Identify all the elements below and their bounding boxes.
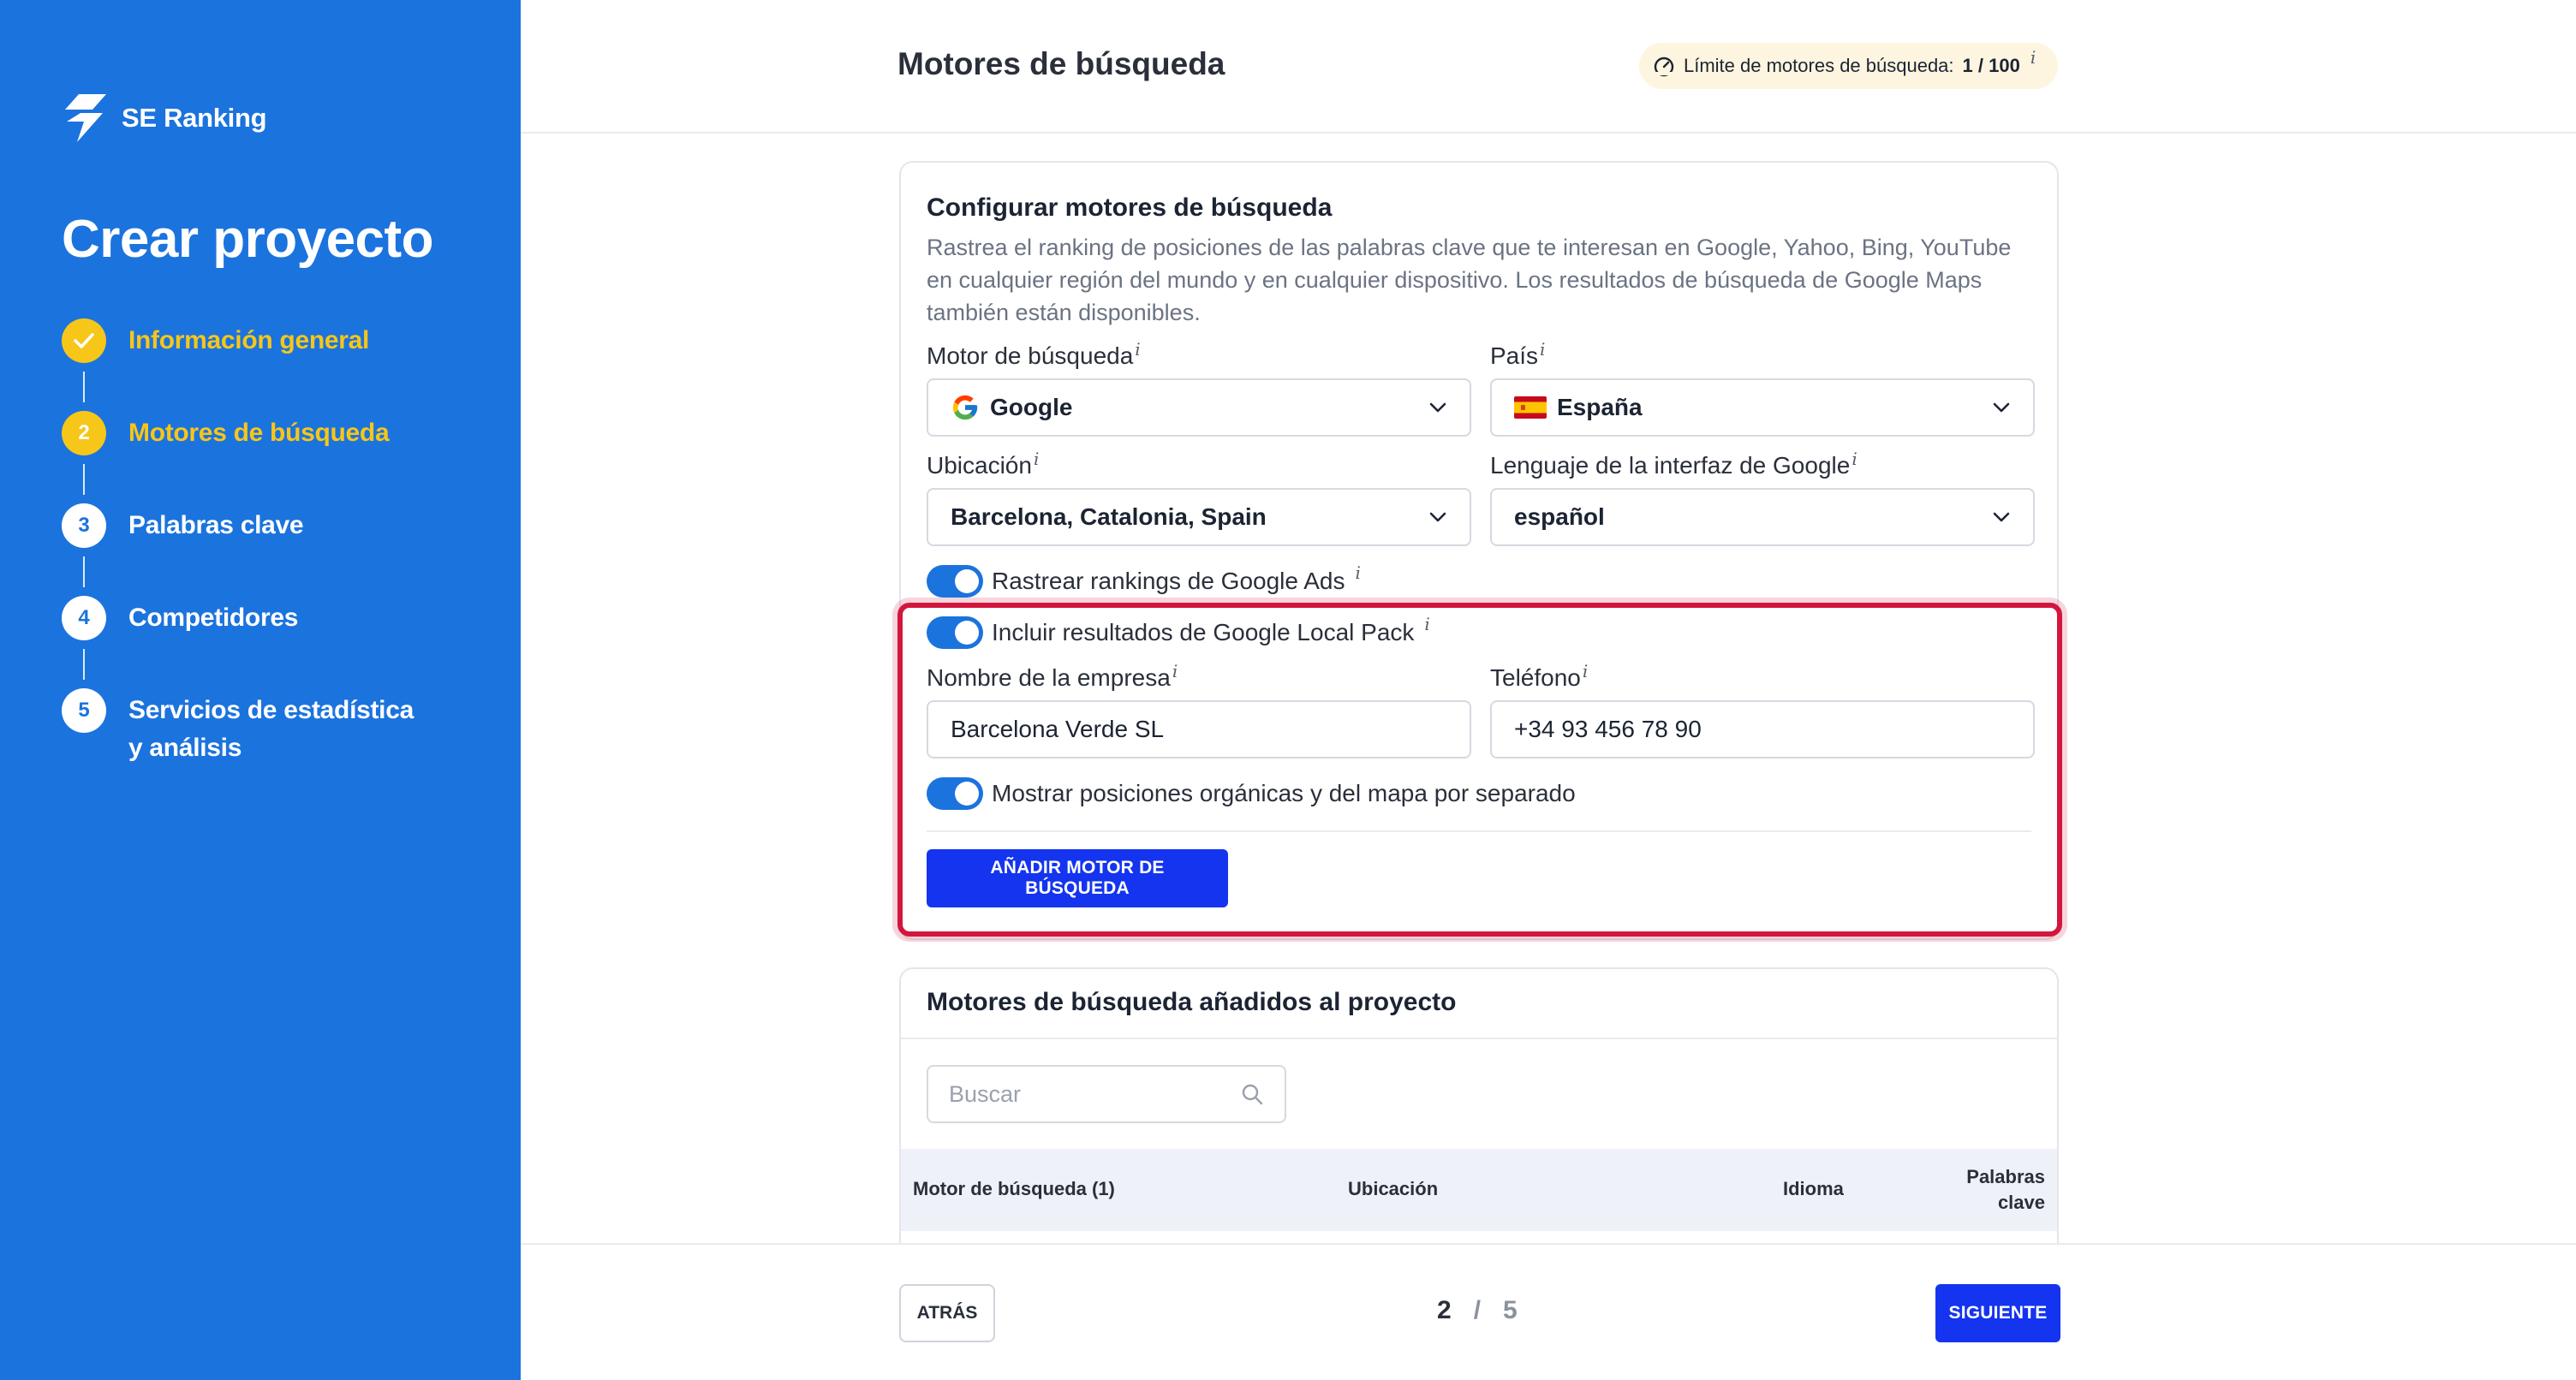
- country-label: País i: [1490, 339, 1546, 369]
- info-icon[interactable]: i: [1172, 661, 1178, 681]
- toggle-separate-positions[interactable]: [927, 777, 983, 810]
- step-number: 2: [62, 411, 106, 455]
- footer: ATRÁS 2 / 5 SIGUIENTE: [521, 1243, 2576, 1380]
- engine-limit-badge: Límite de motores de búsqueda: 1 / 100 i: [1639, 43, 2059, 89]
- engine-label: Motor de búsqueda i: [927, 339, 1141, 369]
- column-location[interactable]: Ubicación: [1348, 1178, 1438, 1200]
- toggle-local-pack-label: Incluir resultados de Google Local Pack: [992, 619, 1415, 645]
- info-icon[interactable]: i: [1540, 339, 1545, 360]
- chevron-down-icon: [1993, 402, 2010, 413]
- location-value: Barcelona, Catalonia, Spain: [951, 503, 1267, 530]
- step-label: Motores de búsqueda: [128, 419, 390, 447]
- search-icon: [1242, 1084, 1263, 1105]
- language-value: español: [1514, 503, 1605, 530]
- brand-name: SE Ranking: [122, 103, 267, 133]
- add-engine-button[interactable]: AÑADIR MOTOR DE BÚSQUEDA: [927, 849, 1228, 907]
- step-connector: [83, 372, 85, 402]
- info-icon[interactable]: i: [1424, 614, 1429, 634]
- limit-label: Límite de motores de búsqueda:: [1684, 55, 1954, 76]
- step-search-engines[interactable]: 2 Motores de búsqueda: [62, 411, 473, 455]
- toggle-separate-label: Mostrar posiciones orgánicas y del mapa …: [992, 780, 1576, 806]
- engine-select[interactable]: Google: [927, 378, 1471, 437]
- current-step: 2: [1437, 1296, 1452, 1324]
- gauge-icon: [1654, 57, 1674, 77]
- phone-input[interactable]: +34 93 456 78 90: [1490, 700, 2035, 758]
- sidebar-title: Crear proyecto: [62, 210, 434, 269]
- next-button[interactable]: SIGUIENTE: [1935, 1284, 2060, 1342]
- toggle-google-ads[interactable]: [927, 565, 983, 598]
- location-label: Ubicación i: [927, 449, 1040, 479]
- toggle-ads-label: Rastrear rankings de Google Ads: [992, 568, 1345, 594]
- search-placeholder: Buscar: [949, 1080, 1022, 1107]
- toggle-local-pack-row: Incluir resultados de Google Local Pack …: [927, 614, 1430, 649]
- column-language[interactable]: Idioma: [1783, 1178, 1844, 1200]
- step-connector: [83, 464, 85, 495]
- step-competitors[interactable]: 4 Competidores: [62, 596, 473, 640]
- step-connector: [83, 649, 85, 680]
- step-analytics[interactable]: 5 Servicios de estadística y análisis: [62, 688, 473, 767]
- chevron-down-icon: [1429, 512, 1446, 522]
- step-connector: [83, 556, 85, 587]
- info-icon[interactable]: i: [1852, 449, 1857, 469]
- column-keywords[interactable]: Palabras clave: [1966, 1164, 2045, 1216]
- step-label: Servicios de estadística y análisis: [128, 696, 414, 762]
- country-select[interactable]: España: [1490, 378, 2035, 437]
- configure-engines-card: Configurar motores de búsqueda Rastrea e…: [899, 161, 2059, 940]
- step-label: Palabras clave: [128, 511, 304, 539]
- brand-logo-icon: [65, 94, 106, 142]
- added-engines-header: Motores de búsqueda añadidos al proyecto: [901, 969, 2057, 1039]
- engines-table-header: Motor de búsqueda (1) Ubicación Idioma P…: [901, 1149, 2057, 1231]
- search-input[interactable]: Buscar: [927, 1065, 1286, 1123]
- info-icon[interactable]: i: [1135, 339, 1140, 360]
- chevron-down-icon: [1429, 402, 1446, 413]
- engine-value: Google: [990, 394, 1073, 420]
- location-select[interactable]: Barcelona, Catalonia, Spain: [927, 488, 1471, 546]
- toggle-local-pack[interactable]: [927, 616, 983, 649]
- brand[interactable]: SE Ranking: [62, 92, 267, 144]
- toggle-ads-row: Rastrear rankings de Google Ads i: [927, 562, 1361, 598]
- limit-value: 1 / 100: [1962, 55, 2020, 76]
- info-icon[interactable]: i: [1355, 562, 1360, 583]
- divider: [927, 830, 2031, 832]
- step-number: 4: [62, 596, 106, 640]
- spain-flag-icon: [1514, 396, 1547, 419]
- company-label: Nombre de la empresa i: [927, 661, 1178, 691]
- info-icon[interactable]: i: [2030, 47, 2036, 68]
- chevron-down-icon: [1993, 512, 2010, 522]
- country-value: España: [1557, 394, 1643, 420]
- step-pager: 2 / 5: [1437, 1296, 1518, 1325]
- step-keywords[interactable]: 3 Palabras clave: [62, 503, 473, 548]
- phone-label: Teléfono i: [1490, 661, 1589, 691]
- config-card-title: Configurar motores de búsqueda: [927, 193, 1333, 222]
- step-label: Competidores: [128, 604, 299, 632]
- page-title: Motores de búsqueda: [897, 46, 1225, 81]
- info-icon[interactable]: i: [1034, 449, 1039, 469]
- column-engine[interactable]: Motor de búsqueda (1): [913, 1178, 1115, 1200]
- step-number: 5: [62, 688, 106, 733]
- back-button[interactable]: ATRÁS: [899, 1284, 995, 1342]
- header: Motores de búsqueda Límite de motores de…: [521, 0, 2576, 134]
- total-steps: 5: [1503, 1296, 1518, 1324]
- toggle-separate-row: Mostrar posiciones orgánicas y del mapa …: [927, 777, 1576, 810]
- pager-separator: /: [1473, 1296, 1482, 1324]
- google-icon: [952, 395, 978, 420]
- sidebar: SE Ranking Crear proyecto Información ge…: [0, 0, 521, 1380]
- language-select[interactable]: español: [1490, 488, 2035, 546]
- check-icon: [62, 318, 106, 363]
- config-card-description: Rastrea el ranking de posiciones de las …: [927, 235, 2012, 325]
- language-label: Lenguaje de la interfaz de Google i: [1490, 449, 1857, 479]
- info-icon[interactable]: i: [1583, 661, 1588, 681]
- step-label: Información general: [128, 326, 370, 354]
- added-engines-title: Motores de búsqueda añadidos al proyecto: [927, 988, 1457, 1016]
- step-general-info[interactable]: Información general: [62, 318, 473, 363]
- company-name-input[interactable]: Barcelona Verde SL: [927, 700, 1471, 758]
- step-number: 3: [62, 503, 106, 548]
